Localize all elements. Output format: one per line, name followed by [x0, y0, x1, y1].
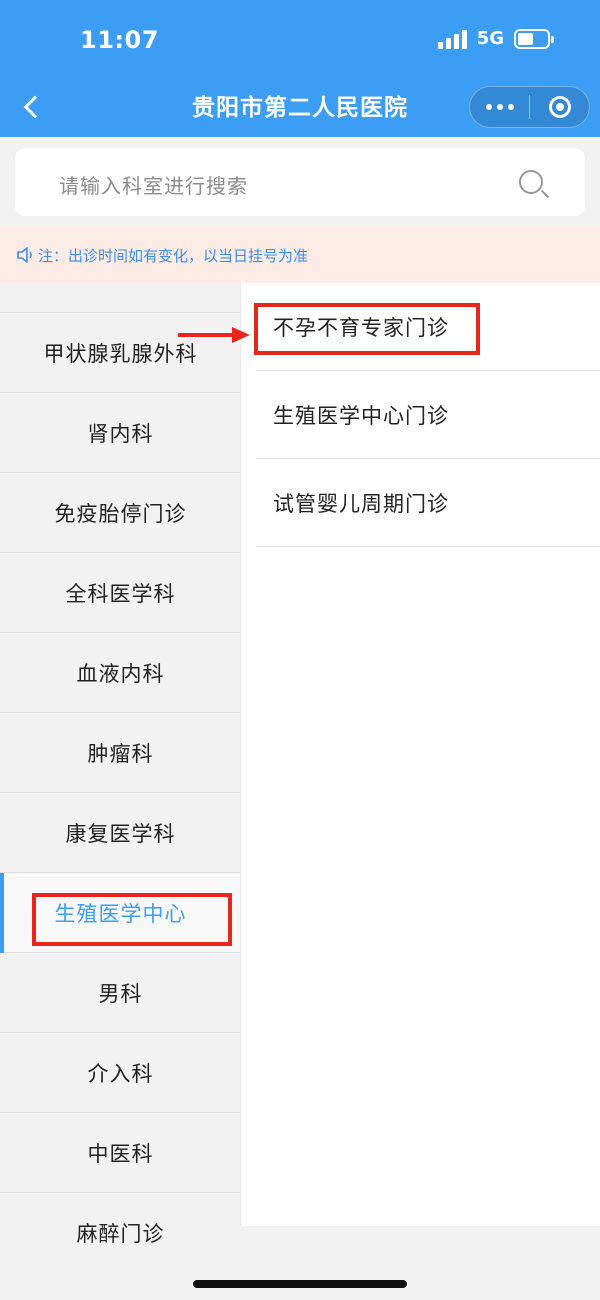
battery-icon [514, 28, 554, 49]
notice-bar: 注：出诊时间如有变化，以当日挂号为准 [0, 227, 600, 283]
status-time: 11:07 [80, 26, 159, 54]
department-item[interactable]: 血液内科 [0, 633, 241, 713]
annotation-box-clinic [254, 303, 480, 355]
department-item[interactable]: 麻醉门诊 [0, 1193, 241, 1263]
search-input[interactable]: 请输入科室进行搜索 [15, 148, 585, 216]
home-indicator [193, 1280, 407, 1288]
clinic-item[interactable]: 生殖医学中心门诊 [256, 371, 600, 459]
status-indicators: 5G [437, 28, 554, 49]
close-miniprogram-button[interactable] [530, 96, 589, 118]
clinic-item[interactable]: 试管婴儿周期门诊 [256, 459, 600, 547]
active-indicator [0, 873, 4, 953]
notice-text: 注：出诊时间如有变化，以当日挂号为准 [38, 247, 309, 265]
department-item[interactable]: 肿瘤科 [0, 713, 241, 793]
department-list[interactable]: 甲状腺乳腺外科 肾内科 免疫胎停门诊 全科医学科 血液内科 肿瘤科 康复医学科 … [0, 283, 241, 1263]
annotation-arrow-icon [178, 327, 250, 343]
department-item-partial[interactable] [0, 283, 241, 313]
speaker-icon [17, 247, 32, 263]
search-icon[interactable] [519, 170, 543, 194]
app-header: 11:07 5G 贵阳市第二人民医院 [0, 0, 600, 137]
department-item[interactable]: 介入科 [0, 1033, 241, 1113]
search-area: 请输入科室进行搜索 [0, 137, 600, 227]
signal-icon [437, 29, 467, 49]
department-item[interactable]: 康复医学科 [0, 793, 241, 873]
more-button[interactable] [470, 104, 529, 110]
department-item[interactable]: 全科医学科 [0, 553, 241, 633]
department-item[interactable]: 免疫胎停门诊 [0, 473, 241, 553]
department-item[interactable]: 中医科 [0, 1113, 241, 1193]
network-type: 5G [476, 28, 504, 49]
target-icon [548, 96, 571, 118]
annotation-box-department [32, 893, 232, 946]
miniprogram-capsule [469, 86, 590, 128]
department-item[interactable]: 男科 [0, 953, 241, 1033]
department-item[interactable]: 肾内科 [0, 393, 241, 473]
clinic-list: 不孕不育专家门诊 生殖医学中心门诊 试管婴儿周期门诊 [241, 283, 600, 1226]
search-placeholder: 请输入科室进行搜索 [59, 174, 248, 198]
